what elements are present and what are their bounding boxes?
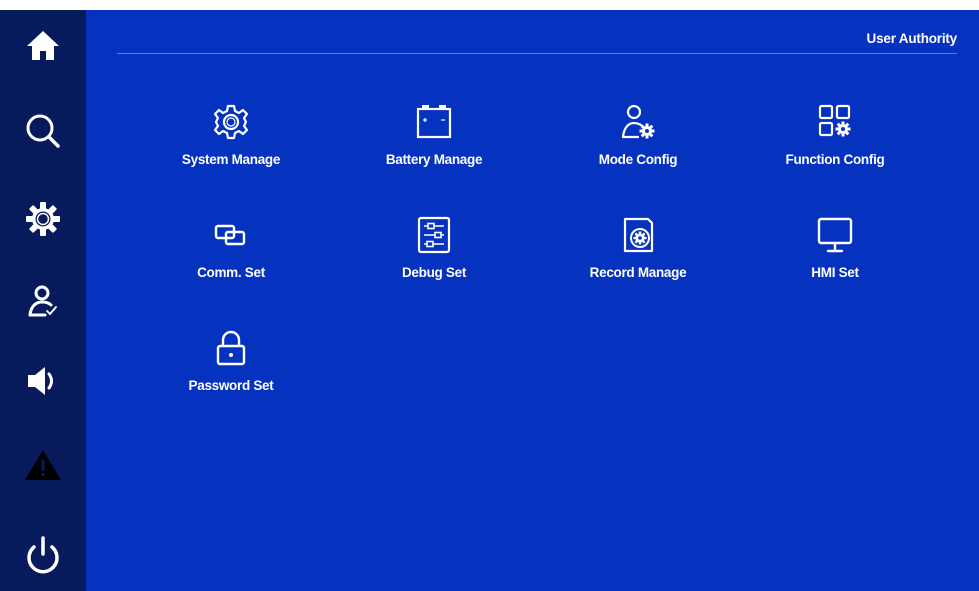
- battery-manage-label: Battery Manage: [385, 152, 483, 167]
- sidebar-item-user[interactable]: [0, 266, 86, 336]
- sidebar-item-search[interactable]: [0, 96, 86, 166]
- grid-gear-icon: [818, 104, 851, 137]
- battery-icon: [416, 105, 452, 139]
- link-windows-icon: [214, 224, 246, 246]
- record-gear-icon: [623, 217, 654, 253]
- warning-icon: [25, 450, 61, 480]
- lock-icon: [216, 330, 246, 366]
- speaker-icon: [28, 367, 53, 395]
- power-icon: [27, 536, 59, 574]
- page-title: User Authority: [866, 31, 958, 46]
- system-manage-button[interactable]: System Manage: [136, 100, 326, 200]
- password-set-button[interactable]: Password Set: [136, 326, 326, 426]
- sliders-icon: [417, 216, 451, 254]
- debug-set-label: Debug Set: [401, 265, 467, 280]
- main-panel: User Authority System Manage Battery Man…: [86, 10, 979, 591]
- mode-config-button[interactable]: Mode Config: [543, 100, 733, 200]
- sidebar-item-sound[interactable]: [0, 346, 86, 416]
- mode-config-label: Mode Config: [598, 152, 678, 167]
- system-manage-label: System Manage: [181, 152, 281, 167]
- password-set-label: Password Set: [188, 378, 274, 393]
- function-config-label: Function Config: [785, 152, 885, 167]
- user-gear-icon: [621, 104, 655, 139]
- hmi-set-label: HMI Set: [811, 265, 859, 280]
- header-divider: [117, 53, 957, 54]
- user-check-icon: [28, 285, 57, 317]
- sidebar-item-alarm[interactable]: [0, 430, 86, 500]
- gear-icon: [26, 202, 60, 236]
- record-manage-button[interactable]: Record Manage: [543, 213, 733, 313]
- record-manage-label: Record Manage: [589, 265, 687, 280]
- hmi-set-button[interactable]: HMI Set: [740, 213, 930, 313]
- comm-set-label: Comm. Set: [197, 265, 265, 280]
- function-config-button[interactable]: Function Config: [740, 100, 930, 200]
- search-icon: [26, 114, 60, 148]
- sidebar-item-settings[interactable]: [0, 184, 86, 254]
- home-icon: [27, 31, 59, 60]
- sidebar-item-power[interactable]: [0, 520, 86, 590]
- debug-set-button[interactable]: Debug Set: [339, 213, 529, 313]
- comm-set-button[interactable]: Comm. Set: [136, 213, 326, 313]
- gear-icon: [213, 104, 249, 140]
- monitor-icon: [817, 217, 853, 253]
- sidebar: [0, 10, 86, 591]
- sidebar-item-home[interactable]: [0, 10, 86, 80]
- battery-manage-button[interactable]: Battery Manage: [339, 100, 529, 200]
